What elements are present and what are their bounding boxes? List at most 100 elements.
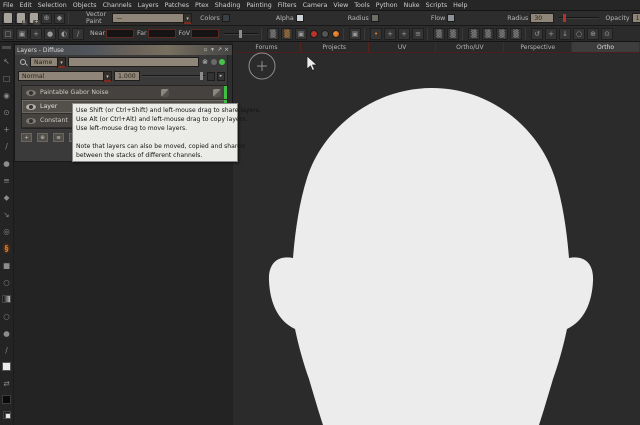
paint-tool-icon[interactable] [1,192,12,202]
pan-view-icon[interactable] [545,28,557,40]
add-group-icon[interactable]: ⊕ [37,133,48,142]
menu-objects[interactable]: Objects [73,2,97,9]
menu-filters[interactable]: Filters [278,2,297,9]
perspective-view-icon[interactable] [2,28,14,40]
menu-tools[interactable]: Tools [354,2,370,9]
near-field[interactable] [106,29,134,38]
merge-layers-icon[interactable]: ≡ [53,133,64,142]
stepper-arrow[interactable]: ▸ [217,72,225,81]
snapshot-icon[interactable] [16,28,28,40]
tile-icon[interactable] [412,28,424,40]
buffer-d-icon[interactable] [510,28,522,40]
colors-swatch[interactable] [222,14,230,22]
buffer-c-icon[interactable] [496,28,508,40]
radius-slider-handle[interactable] [563,14,566,22]
new-project-icon[interactable] [2,13,13,24]
gray-indicator[interactable] [321,30,329,38]
stepper-box[interactable] [207,72,215,81]
layer-filter-input[interactable] [68,57,199,67]
add-document-icon[interactable]: + [28,13,39,24]
menu-camera[interactable]: Camera [303,2,328,9]
radius-swatch[interactable] [371,14,379,22]
blend-mode-a-icon[interactable] [433,28,445,40]
mask-preview-icon[interactable] [295,28,307,40]
fov-slider[interactable] [224,33,258,35]
pan-tool-icon[interactable] [1,90,12,100]
smear-tool-icon-active[interactable] [1,243,12,253]
mirror-y-icon[interactable] [398,28,410,40]
palette-close-icon[interactable]: × [223,47,230,53]
brush-icon[interactable] [54,13,65,24]
symmetry-point-icon[interactable] [370,28,382,40]
blur-tool-icon[interactable] [1,158,12,168]
blend-mode-dropdown[interactable]: Normal ▾ [18,71,112,81]
clone-stamp-tool-icon[interactable] [1,277,12,287]
lock-icon[interactable] [213,89,221,97]
zoom-tool-icon[interactable] [1,107,12,117]
eyedropper-tool-icon[interactable] [1,209,12,219]
menu-file[interactable]: File [3,2,14,9]
menu-patches[interactable]: Patches [165,2,189,9]
menu-channels[interactable]: Channels [103,2,132,9]
blend-mode-b-icon[interactable] [447,28,459,40]
opacity-field[interactable]: 1.0 [632,13,640,23]
alpha-swatch[interactable] [296,14,304,22]
layers-palette-titlebar[interactable]: Layers - Diffuse ▫ ▾ ↗ × [15,45,232,55]
soft-brush-tool-icon[interactable] [1,328,12,338]
smooth-shading-icon[interactable] [58,28,70,40]
buffer-b-icon[interactable] [482,28,494,40]
menu-edit[interactable]: Edit [20,2,32,9]
orange-indicator[interactable] [332,30,340,38]
paint-mode-icon[interactable] [72,28,84,40]
layer-opacity-field[interactable]: 1.000 [114,71,140,81]
buffer-a-icon[interactable] [468,28,480,40]
far-field[interactable] [148,29,176,38]
cached-icon[interactable] [161,89,169,97]
zoom-fit-icon[interactable] [587,28,599,40]
clear-filter-icon[interactable]: ⊗ [202,58,208,66]
projection-icon[interactable] [267,28,279,40]
reset-colors-icon[interactable] [3,411,11,419]
towbrush-tool-icon[interactable] [1,311,12,321]
radius-slider[interactable] [559,17,599,19]
visibility-eye-icon[interactable] [26,104,36,110]
zoom-out-icon[interactable] [573,28,585,40]
line-tool-icon[interactable] [1,345,12,355]
palette-collapse-icon[interactable]: ▾ [209,47,216,53]
menu-shading[interactable]: Shading [215,2,241,9]
green-status-dot[interactable] [219,59,225,65]
rail-drag-handle[interactable] [2,46,11,49]
visibility-eye-icon[interactable] [26,90,36,96]
menu-view[interactable]: View [333,2,348,9]
layer-opacity-slider[interactable] [142,75,205,77]
record-red-indicator[interactable] [310,30,318,38]
menu-scripts[interactable]: Scripts [426,2,448,9]
slice-tool-icon[interactable] [1,141,12,151]
gradient-tool-icon[interactable] [1,294,12,304]
flow-swatch[interactable] [447,14,455,22]
close-project-icon[interactable]: x [15,13,26,24]
add-layer-icon[interactable]: + [21,133,32,142]
layer-opacity-handle[interactable] [200,72,203,80]
visibility-eye-icon[interactable] [26,118,36,124]
transform-icon[interactable] [30,28,42,40]
menu-layers[interactable]: Layers [138,2,159,9]
palette-float-icon[interactable]: ↗ [216,47,223,53]
head-model-silhouette[interactable] [233,42,640,425]
marquee-select-tool-icon[interactable] [1,73,12,83]
mirror-x-icon[interactable] [384,28,396,40]
palette-pin-icon[interactable]: ▫ [202,47,209,53]
menu-python[interactable]: Python [376,2,398,9]
foreground-color-swatch[interactable] [2,362,11,371]
pivot-tool-icon[interactable] [1,226,12,236]
node-icon[interactable] [41,13,52,24]
swap-colors-icon[interactable] [1,378,12,388]
select-tool-icon[interactable] [1,56,12,66]
gray-status-dot[interactable] [211,59,217,65]
menu-painting[interactable]: Painting [246,2,271,9]
projection-on-icon[interactable] [281,28,293,40]
checker-icon[interactable] [349,28,361,40]
eraser-tool-icon[interactable] [1,260,12,270]
zoom-in-icon[interactable] [601,28,613,40]
menu-selection[interactable]: Selection [38,2,67,9]
